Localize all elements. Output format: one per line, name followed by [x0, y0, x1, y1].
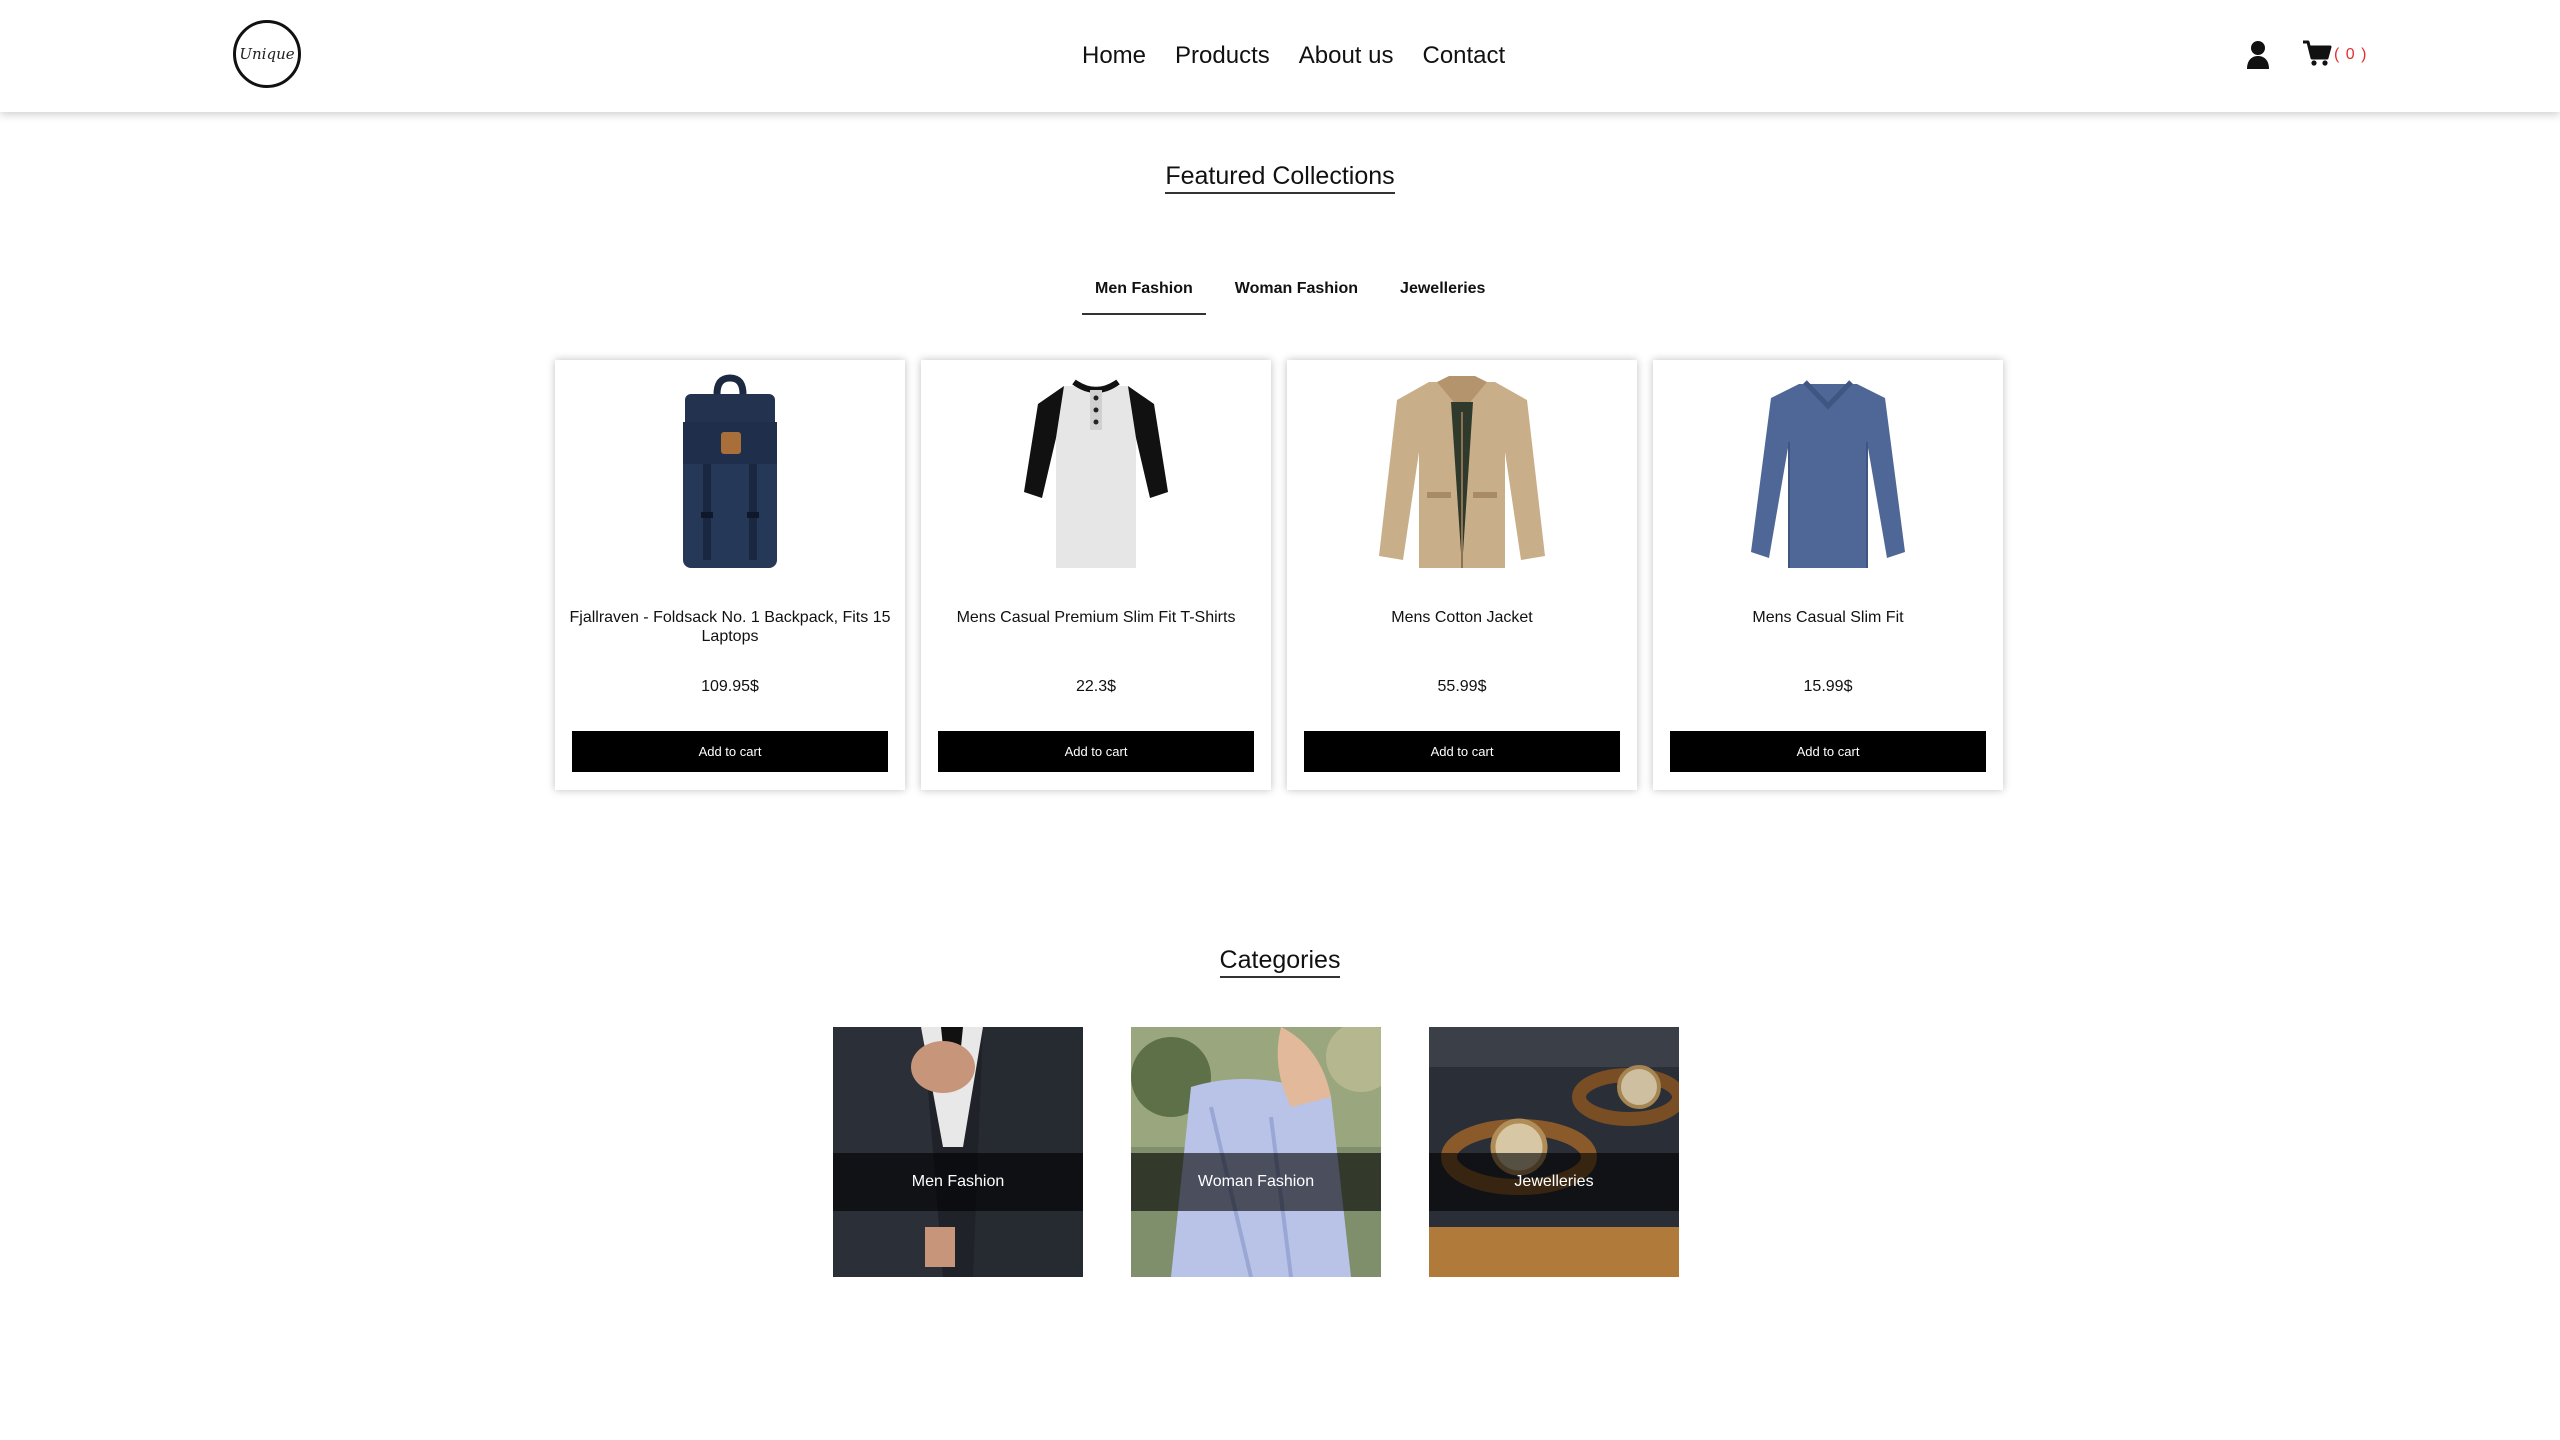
category-men-fashion[interactable]: Men Fashion [833, 1027, 1083, 1277]
site-logo[interactable]: Unique [233, 20, 301, 88]
product-name[interactable]: Mens Casual Slim Fit [1665, 608, 1991, 627]
product-price: 22.3$ [1075, 678, 1117, 695]
logo-text: Unique [239, 45, 295, 63]
product-grid: Fjallraven - Foldsack No. 1 Backpack, Fi… [555, 360, 2003, 790]
collection-tabs: Men Fashion Woman Fashion Jewelleries [1082, 270, 1514, 315]
product-card[interactable]: Fjallraven - Foldsack No. 1 Backpack, Fi… [555, 360, 905, 790]
product-image-henley-shirt[interactable] [921, 372, 1271, 572]
add-to-cart-button[interactable]: Add to cart [938, 731, 1254, 772]
nav-contact[interactable]: Contact [1422, 36, 1505, 76]
category-jewelleries[interactable]: Jewelleries [1429, 1027, 1679, 1277]
product-card[interactable]: Mens Casual Slim Fit 15.99$ Add to cart [1653, 360, 2003, 790]
men-fashion-image [833, 1027, 1083, 1277]
add-to-cart-button[interactable]: Add to cart [572, 731, 888, 772]
category-label: Men Fashion [833, 1153, 1083, 1211]
categories-title: Categories [0, 946, 2560, 978]
product-card[interactable]: Mens Casual Premium Slim Fit T-Shirts 22… [921, 360, 1271, 790]
add-to-cart-button[interactable]: Add to cart [1304, 731, 1620, 772]
product-name[interactable]: Mens Cotton Jacket [1299, 608, 1625, 627]
category-label: Jewelleries [1429, 1153, 1679, 1211]
product-card[interactable]: Mens Cotton Jacket 55.99$ Add to cart [1287, 360, 1637, 790]
product-price: 109.95$ [701, 678, 759, 695]
cart-icon [2302, 39, 2332, 72]
add-to-cart-button[interactable]: Add to cart [1670, 731, 1986, 772]
cart-button[interactable]: ( 0 ) [2302, 40, 2367, 70]
product-image-long-sleeve-tee[interactable] [1653, 372, 2003, 572]
jewelleries-image [1429, 1027, 1679, 1277]
woman-fashion-image [1131, 1027, 1381, 1277]
nav-products[interactable]: Products [1175, 36, 1270, 76]
user-icon[interactable] [2246, 40, 2270, 70]
tab-woman-fashion[interactable]: Woman Fashion [1222, 270, 1371, 315]
cart-count: ( 0 ) [2334, 46, 2368, 63]
tab-men-fashion[interactable]: Men Fashion [1082, 270, 1206, 315]
product-name[interactable]: Mens Casual Premium Slim Fit T-Shirts [933, 608, 1259, 627]
product-price: 55.99$ [1437, 678, 1487, 695]
category-grid: Men Fashion Woman Fashion Jewelleries [833, 1027, 1679, 1277]
nav-home[interactable]: Home [1082, 36, 1146, 76]
category-woman-fashion[interactable]: Woman Fashion [1131, 1027, 1381, 1277]
site-header: Unique Home Products About us Contact ( … [0, 0, 2560, 112]
product-image-cotton-jacket[interactable] [1287, 372, 1637, 572]
main-nav: Home Products About us Contact [1082, 36, 1505, 76]
featured-title: Featured Collections [0, 162, 2560, 194]
product-name[interactable]: Fjallraven - Foldsack No. 1 Backpack, Fi… [567, 608, 893, 646]
category-label: Woman Fashion [1131, 1153, 1381, 1211]
product-price: 15.99$ [1803, 678, 1853, 695]
tab-jewelleries[interactable]: Jewelleries [1387, 270, 1498, 315]
nav-about-us[interactable]: About us [1299, 36, 1394, 76]
product-image-backpack[interactable] [555, 372, 905, 572]
